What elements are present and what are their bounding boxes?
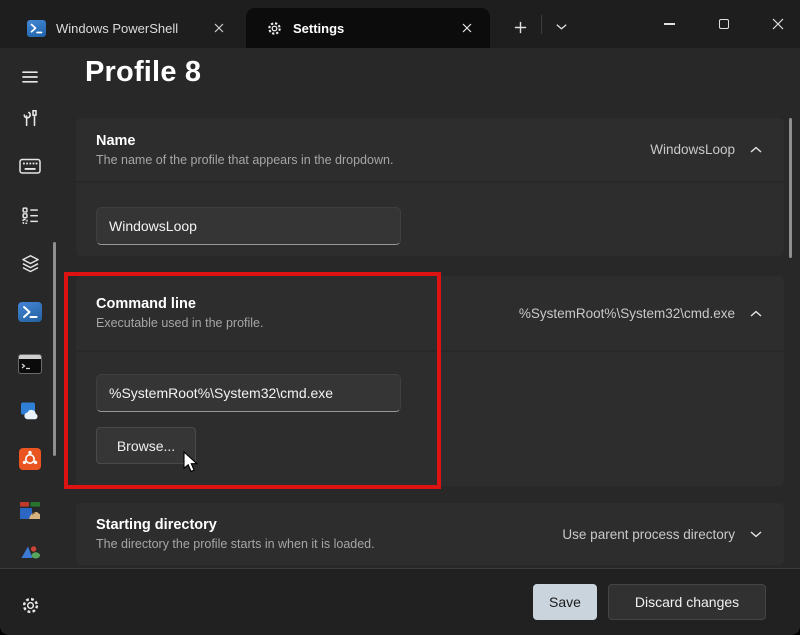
open-new-tab-dropdown-button[interactable] (547, 13, 575, 41)
color-schemes-layers-icon[interactable] (13, 246, 47, 280)
close-window-button[interactable] (755, 0, 800, 48)
discard-changes-button[interactable]: Discard changes (608, 584, 766, 620)
new-tab-button[interactable] (506, 13, 534, 41)
plus-icon (514, 21, 527, 34)
setting-value: %SystemRoot%\System32\cmd.exe (519, 306, 735, 321)
setting-value: Use parent process directory (562, 527, 735, 542)
open-settings-gear-icon[interactable] (13, 588, 47, 622)
minimize-button[interactable] (647, 0, 692, 48)
maximize-button[interactable] (701, 0, 746, 48)
profile-distro-icon[interactable] (13, 534, 47, 568)
footer-action-bar: Save Discard changes (0, 568, 800, 635)
command-line-input[interactable] (96, 374, 401, 412)
profile-linux-icon[interactable] (13, 493, 47, 527)
profile-ubuntu-icon[interactable] (13, 442, 47, 476)
minimize-icon (664, 23, 675, 24)
starting-directory-expander-header[interactable]: Starting directory The directory the pro… (76, 503, 784, 565)
setting-description: The name of the profile that appears in … (96, 152, 393, 168)
tab-label: Settings (293, 21, 344, 36)
setting-title: Starting directory (96, 515, 375, 536)
page-title: Profile 8 (85, 56, 201, 89)
powershell-icon (27, 20, 46, 37)
chevron-down-icon (556, 24, 567, 30)
profile-powershell-icon[interactable] (13, 295, 47, 329)
chevron-down-icon (750, 531, 762, 538)
command-line-expander-content: Browse... (76, 352, 784, 486)
setting-title: Name (96, 131, 393, 152)
tab-windows-powershell[interactable]: Windows PowerShell (10, 8, 242, 48)
command-line-expander-header[interactable]: Command line Executable used in the prof… (76, 276, 784, 350)
chevron-up-icon (750, 146, 762, 153)
actions-list-icon[interactable] (13, 198, 47, 232)
tab-bar-divider (541, 15, 542, 34)
chevron-up-icon (750, 310, 762, 317)
close-tab-icon[interactable] (458, 19, 476, 37)
name-expander-header[interactable]: Name The name of the profile that appear… (76, 118, 784, 181)
close-tab-icon[interactable] (210, 19, 228, 37)
profile-cmd-icon[interactable] (13, 347, 47, 381)
browse-button[interactable]: Browse... (96, 427, 196, 464)
setting-description: Executable used in the profile. (96, 315, 263, 331)
profile-azure-cloud-icon[interactable] (13, 394, 47, 428)
hamburger-menu-icon[interactable] (13, 60, 47, 94)
windows-terminal-window: Windows PowerShell Settings (0, 0, 800, 635)
setting-description: The directory the profile starts in when… (96, 536, 375, 552)
startup-tools-icon[interactable] (13, 101, 47, 135)
tab-label: Windows PowerShell (56, 21, 178, 36)
setting-value: WindowsLoop (650, 142, 735, 157)
close-icon (772, 18, 784, 30)
setting-title: Command line (96, 294, 263, 315)
sidebar-scrollbar[interactable] (53, 242, 56, 456)
tab-settings[interactable]: Settings (246, 8, 490, 48)
name-expander-content (76, 183, 784, 256)
maximize-icon (719, 19, 729, 29)
profile-name-input[interactable] (96, 207, 401, 245)
interaction-keyboard-icon[interactable] (13, 149, 47, 183)
gear-icon (266, 20, 283, 37)
titlebar[interactable]: Windows PowerShell Settings (0, 0, 800, 48)
save-button[interactable]: Save (533, 584, 597, 620)
content-scrollbar[interactable] (789, 118, 792, 258)
